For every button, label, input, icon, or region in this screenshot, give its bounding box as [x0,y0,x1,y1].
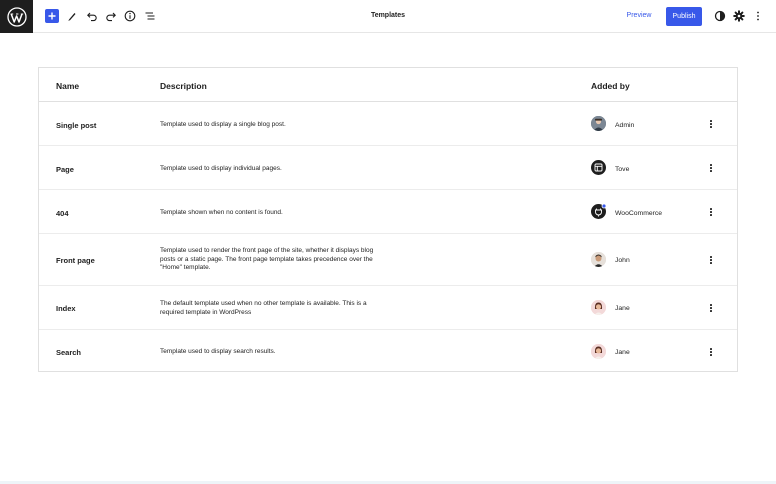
template-description: Template used to display a single blog p… [160,121,286,128]
row-actions-button[interactable] [706,346,716,358]
author-name: Admin [615,122,635,129]
ellipsis-dot-icon [710,164,712,166]
options-button[interactable] [750,8,766,24]
table-row[interactable]: Index The default template used when no … [39,286,737,330]
ellipsis-dot-icon [710,120,712,122]
template-description: Template used to display individual page… [160,165,282,172]
gear-icon [733,10,745,22]
ellipsis-dot-icon [710,351,712,353]
editor-header: Templates Preview Publish [0,0,776,33]
half-circle-icon [714,10,726,22]
table-row[interactable]: 404 Template shown when no content is fo… [39,190,737,234]
row-actions-button[interactable] [706,206,716,218]
theme-layout-icon [591,160,606,175]
ellipsis-dot-icon [710,310,712,312]
template-name[interactable]: Page [56,165,74,174]
preview-button[interactable]: Preview [617,12,661,19]
table-row[interactable]: Single post Template used to display a s… [39,102,737,146]
author-name: John [615,257,630,264]
template-name[interactable]: Index [56,304,76,313]
column-header-added-by: Added by [591,81,630,91]
author-name: WooCommerce [615,210,663,217]
ellipsis-dot-icon [710,354,712,356]
row-actions-button[interactable] [706,254,716,266]
ellipsis-dot-icon [710,256,712,258]
ellipsis-dot-icon [710,348,712,350]
row-actions-button[interactable] [706,302,716,314]
template-name[interactable]: 404 [56,209,69,218]
templates-table: Name Description Added by Single post Te… [38,67,738,372]
column-header-description: Description [160,81,207,91]
row-actions-button[interactable] [706,162,716,174]
jane-avatar [591,300,606,315]
author-name: Tove [615,166,630,173]
plugin-icon [591,203,607,219]
ellipsis-dot-icon [710,126,712,128]
template-description: Template used to render the front page o… [160,247,374,271]
john-avatar [591,252,606,267]
ellipsis-dot-icon [710,123,712,125]
style-toggle-button[interactable] [712,8,728,24]
ellipsis-dot-icon [710,262,712,264]
template-description: Template used to display search results. [160,348,276,355]
row-actions-button[interactable] [706,118,716,130]
column-header-name: Name [56,81,80,91]
ellipsis-dot-icon [710,259,712,261]
author-name: Jane [615,349,630,356]
ellipsis-dot-icon [710,208,712,210]
jane-avatar [591,344,606,359]
template-description: Template shown when no content is found. [160,209,283,216]
ellipsis-dot-icon [710,214,712,216]
settings-button[interactable] [731,8,747,24]
ellipsis-dot-icon [710,167,712,169]
vertical-ellipsis-icon [757,11,759,21]
ellipsis-dot-icon [710,304,712,306]
table-row[interactable]: Search Template used to display search r… [39,330,737,373]
template-description: The default template used when no other … [160,300,367,316]
template-name[interactable]: Search [56,348,81,357]
table-row[interactable]: Page Template used to display individual… [39,146,737,190]
ellipsis-dot-icon [710,170,712,172]
ellipsis-dot-icon [710,211,712,213]
table-header: Name Description Added by [39,68,737,102]
template-name[interactable]: Front page [56,256,95,265]
ellipsis-dot-icon [710,307,712,309]
admin-avatar [591,116,606,131]
author-name: Jane [615,305,630,312]
publish-button[interactable]: Publish [666,7,702,26]
template-name[interactable]: Single post [56,121,96,130]
table-row[interactable]: Front page Template used to render the f… [39,234,737,286]
